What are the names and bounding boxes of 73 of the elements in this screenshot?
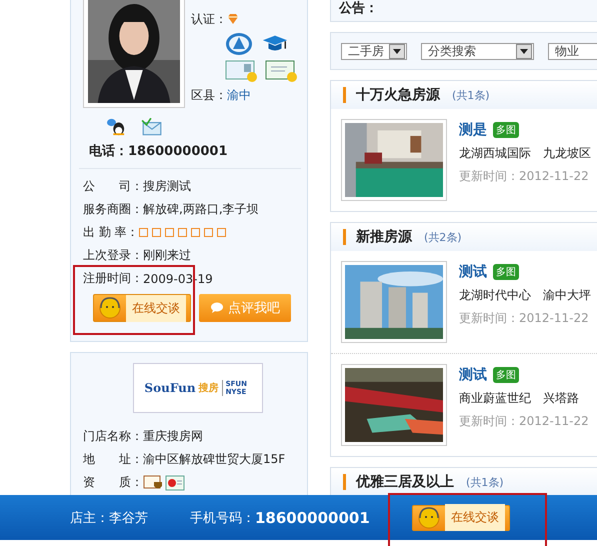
district-label: 区县： <box>191 86 227 104</box>
district-link[interactable]: 渝中 <box>227 86 251 104</box>
owner-name: 店主：李谷芳 <box>70 510 148 526</box>
certification-label: 认证： <box>191 10 227 28</box>
caret-icon <box>520 48 528 54</box>
phone-label: 手机号码： <box>190 510 255 526</box>
section-title: 新推房源 <box>356 228 412 246</box>
notice-label: 公告： <box>339 0 378 17</box>
detail-value: 重庆搜房网 <box>143 428 203 445</box>
detail-label: 地 址： <box>83 451 143 468</box>
rating-square-icon <box>190 228 200 237</box>
multi-photo-badge: 多图 <box>493 367 519 383</box>
rating-square-icon <box>178 228 187 237</box>
detail-label: 出 勤 率： <box>83 224 139 241</box>
rating-square-icon <box>138 228 148 237</box>
smiley-headset-icon <box>416 506 441 530</box>
online-chat-button[interactable]: 在线交谈 <box>93 294 191 322</box>
detail-value: 刚刚来过 <box>143 247 191 264</box>
qq-chat-icon <box>105 118 127 136</box>
detail-value: 搜房测试 <box>143 178 191 195</box>
updated-label: 更新时间： <box>459 414 519 428</box>
estate-name: 龙湖时代中心 <box>459 287 531 304</box>
certificate-icon <box>265 60 297 82</box>
detail-value: 解放碑,两路口,李子坝 <box>143 201 259 218</box>
detail-label: 服务商圈： <box>83 201 143 218</box>
listing-title-link[interactable]: 测试 <box>459 366 487 384</box>
phone-number: 18600000001 <box>255 508 370 526</box>
diamond-icon <box>227 13 239 25</box>
dropdown[interactable]: 二手房 <box>341 42 407 60</box>
section-count: (共1条) <box>466 474 504 490</box>
multi-photo-badge: 多图 <box>493 264 519 280</box>
rating-square-icon <box>204 228 213 237</box>
emblem-certificate-icon <box>165 474 185 490</box>
section-count: (共2条) <box>424 230 462 244</box>
online-chat-button[interactable]: 在线交谈 <box>412 504 510 530</box>
updated-label: 更新时间： <box>459 169 519 183</box>
section-title: 优雅三居及以上 <box>356 473 454 491</box>
speech-bubble-icon <box>210 302 224 314</box>
updated-date: 2012-11-22 <box>519 169 589 183</box>
detail-label: 公 司： <box>83 178 143 195</box>
license-shield-icon <box>143 474 163 490</box>
listing-title-link[interactable]: 测是 <box>459 121 487 139</box>
logo-text: 搜房 <box>198 381 219 395</box>
area-name: 九龙坡区 <box>543 145 591 162</box>
updated-date: 2012-11-22 <box>519 311 589 325</box>
area-name: 兴塔路 <box>543 390 579 407</box>
triangle-logo-icon <box>225 32 253 56</box>
listing-title-link[interactable]: 测试 <box>459 263 487 281</box>
message-icon <box>141 118 163 136</box>
detail-value: 渝中区解放碑世贸大厦15F <box>143 451 286 468</box>
detail-label: 资 质： <box>83 474 143 491</box>
area-name: 渝中大坪 <box>543 287 591 304</box>
estate-name: 商业蔚蓝世纪 <box>459 390 531 407</box>
detail-label: 注册时间： <box>83 270 143 287</box>
dropdown[interactable]: 物业 <box>548 42 597 60</box>
multi-photo-badge: 多图 <box>493 122 519 138</box>
updated-label: 更新时间： <box>459 311 519 325</box>
smiley-headset-icon <box>98 296 122 320</box>
detail-label: 上次登录： <box>83 247 143 264</box>
detail-label: 门店名称： <box>83 428 143 445</box>
id-card-icon <box>225 60 257 82</box>
updated-date: 2012-11-22 <box>519 414 589 428</box>
estate-name: 龙湖西城国际 <box>459 145 531 162</box>
section-count: (共1条) <box>452 88 490 102</box>
caret-icon <box>393 48 401 54</box>
rating-square-icon <box>164 228 174 237</box>
dropdown[interactable]: 分类搜索 <box>421 42 534 60</box>
rating-square-icon <box>152 228 161 237</box>
phone-number: 18600000001 <box>128 144 228 159</box>
phone-label: 电话： <box>89 144 128 159</box>
rating-square-icon <box>216 228 226 237</box>
logo-text: SouFun <box>144 381 196 395</box>
section-title: 十万火急房源 <box>356 86 440 104</box>
